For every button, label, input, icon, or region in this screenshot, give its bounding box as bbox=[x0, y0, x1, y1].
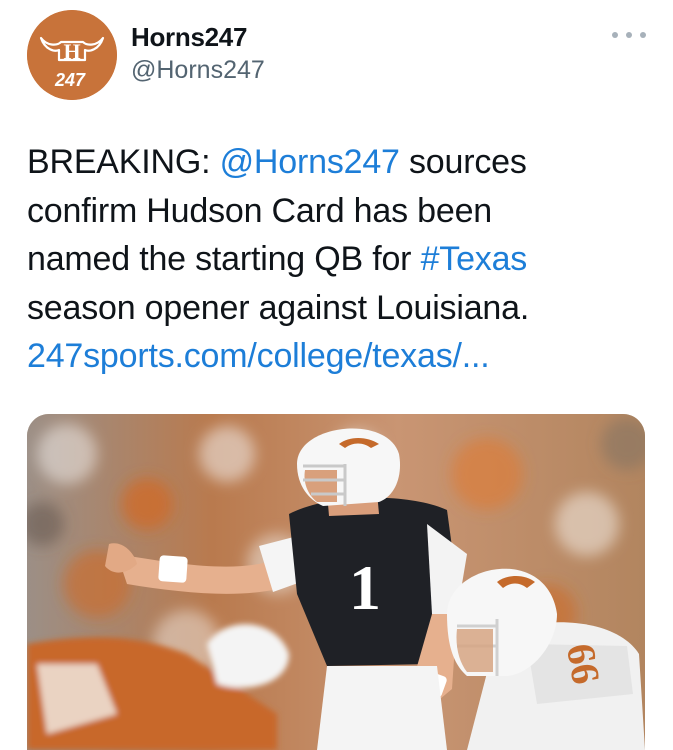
avatar[interactable]: H 247 bbox=[27, 10, 117, 100]
tweet-text-segment: named the starting QB for bbox=[27, 240, 421, 278]
tweet-line-3: named the starting QB for #Texas bbox=[27, 235, 657, 284]
tweet-text-segment: BREAKING: bbox=[27, 143, 220, 181]
author-handle[interactable]: @Horns247 bbox=[131, 56, 265, 85]
more-horizontal-icon[interactable] bbox=[612, 25, 646, 45]
avatar-text: 247 bbox=[54, 70, 86, 90]
author-name[interactable]: Horns247 bbox=[131, 22, 247, 53]
tweet-line-5: 247sports.com/college/texas/... bbox=[27, 332, 657, 381]
more-dot bbox=[612, 32, 618, 38]
tweet-text: BREAKING: @Horns247 sources confirm Huds… bbox=[27, 138, 657, 381]
more-dot bbox=[626, 32, 632, 38]
tweet-text-segment: sources bbox=[399, 143, 527, 181]
mention-link[interactable]: @Horns247 bbox=[220, 143, 400, 181]
tweet-line-4: season opener against Louisiana. bbox=[27, 288, 530, 327]
tweet: H 247 Horns247 @Horns247 BREAKING: @Horn… bbox=[0, 0, 673, 750]
more-dot bbox=[640, 32, 646, 38]
jersey-number: 1 bbox=[349, 552, 381, 623]
tweet-line-1: BREAKING: @Horns247 sources bbox=[27, 138, 657, 187]
article-link[interactable]: 247sports.com/college/texas/... bbox=[27, 337, 490, 375]
lineman-number: 66 bbox=[558, 640, 609, 687]
football-photo: 1 66 bbox=[27, 414, 645, 750]
tweet-photo[interactable]: 1 66 bbox=[27, 414, 645, 750]
avatar-letter: H bbox=[63, 39, 80, 64]
horns247-logo: H 247 bbox=[27, 10, 117, 100]
hashtag-link[interactable]: #Texas bbox=[421, 240, 528, 278]
tweet-line-2: confirm Hudson Card has been bbox=[27, 191, 492, 230]
